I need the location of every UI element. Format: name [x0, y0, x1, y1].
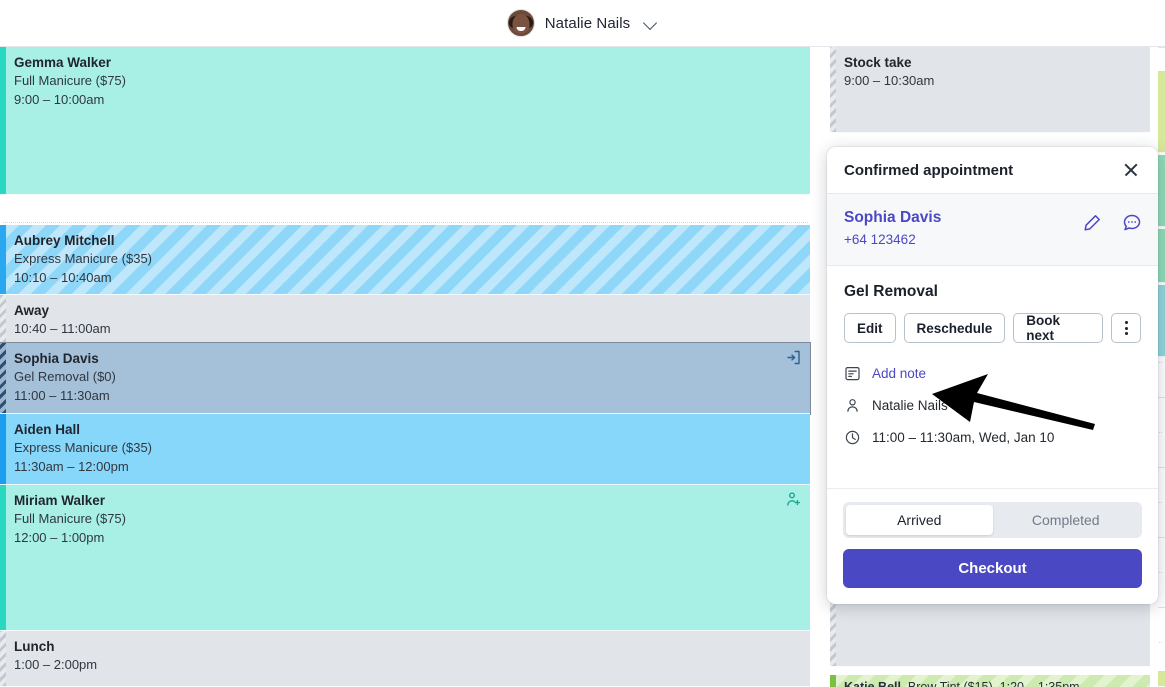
calendar-event-edge[interactable] [1158, 671, 1165, 687]
top-bar: Natalie Nails [0, 0, 1165, 47]
add-note-row[interactable]: Add note [844, 357, 1141, 389]
appointment-meta: Add note Natalie Nails 11:00 – 11:30am, … [827, 343, 1158, 453]
event-time: 9:00 – 10:00am [14, 92, 105, 107]
event-time: 10:40 – 11:00am [14, 321, 111, 336]
staff-label: Natalie Nails [872, 397, 948, 413]
event-service: Brow Tint ($15) [907, 680, 993, 687]
panel-footer: Arrived Completed Checkout [827, 488, 1158, 604]
add-note-label[interactable]: Add note [872, 366, 926, 381]
action-button-row: Edit Reschedule Book next [827, 301, 1158, 343]
calendar-event[interactable]: Stock take 9:00 – 10:30am [830, 47, 1150, 133]
note-icon [844, 365, 861, 382]
book-next-button[interactable]: Book next [1013, 313, 1104, 343]
calendar-event-edge[interactable] [1158, 285, 1165, 357]
event-client-name: Away [14, 303, 50, 318]
panel-header: Confirmed appointment [827, 147, 1158, 194]
event-time: 11:30am – 12:00pm [14, 459, 129, 474]
staff-row: Natalie Nails [844, 389, 1141, 421]
event-time: 9:00 – 10:30am [844, 73, 935, 88]
time-row: 11:00 – 11:30am, Wed, Jan 10 [844, 421, 1141, 453]
event-client-name: Stock take [844, 55, 912, 70]
pencil-icon[interactable] [1081, 212, 1103, 234]
event-client-name: Katie Bell [844, 680, 901, 687]
calendar-event-edge[interactable] [1158, 229, 1165, 283]
reschedule-button[interactable]: Reschedule [903, 313, 1006, 343]
calendar-event[interactable]: Aiden Hall Express Manicure ($35) 11:30am … [0, 414, 810, 485]
event-time: 11:00 – 11:30am [14, 388, 110, 403]
avatar [506, 9, 535, 37]
calendar-event-edge[interactable] [1158, 155, 1165, 227]
appointment-detail-panel: Confirmed appointment Sophia Davis +64 1… [827, 147, 1158, 604]
calendar-event[interactable]: Miriam Walker Full Manicure ($75) 12:00 – … [0, 485, 810, 631]
event-client-name: Gemma Walker [14, 55, 112, 70]
message-bubble-icon[interactable] [1121, 212, 1143, 234]
calendar-event[interactable]: Aubrey Mitchell Express Manicure ($35) 10:… [0, 225, 810, 295]
event-service: Express Manicure ($35) [14, 440, 152, 455]
event-client-name: Aubrey Mitchell [14, 233, 115, 248]
appointment-calendar-screen: Natalie Nails Gemma Walker Full Manicure … [0, 0, 1165, 687]
event-service: Full Manicure ($75) [14, 73, 126, 88]
event-service: Full Manicure ($75) [14, 511, 126, 526]
staff-column-3 [1158, 47, 1165, 687]
status-toggle: Arrived Completed [843, 502, 1142, 538]
event-time: 12:00 – 1:00pm [14, 530, 105, 545]
clock-icon [844, 429, 861, 446]
edit-button[interactable]: Edit [844, 313, 896, 343]
client-summary: Sophia Davis +64 123462 [827, 194, 1158, 266]
calendar-event-edge[interactable] [1158, 71, 1165, 153]
new-client-icon [785, 491, 802, 508]
client-phone: +64 123462 [844, 232, 916, 247]
event-service: Express Manicure ($35) [14, 251, 152, 266]
client-name-link[interactable]: Sophia Davis [844, 207, 941, 229]
person-icon [844, 397, 861, 414]
checkout-button[interactable]: Checkout [843, 549, 1142, 588]
staff-name: Natalie Nails [544, 14, 631, 32]
event-client-name: Miriam Walker [14, 493, 106, 508]
calendar-event[interactable]: Katie Bell Brow Tint ($15), 1:20 – 1:35p… [830, 675, 1150, 687]
service-title: Gel Removal [844, 283, 938, 300]
event-time: 1:20 – 1:35pm [999, 680, 1080, 687]
chevron-down-icon[interactable] [644, 16, 658, 30]
calendar-event[interactable]: Gemma Walker Full Manicure ($75) 9:00 – 10… [0, 47, 810, 195]
time-label: 11:00 – 11:30am, Wed, Jan 10 [872, 429, 1055, 445]
calendar-event[interactable]: Lunch 1:00 – 2:00pm [0, 631, 810, 687]
calendar-event[interactable]: Away 10:40 – 11:00am [0, 295, 810, 343]
kebab-menu-icon[interactable] [1111, 313, 1141, 343]
checked-in-icon [785, 349, 802, 366]
status-completed-option[interactable]: Completed [993, 505, 1140, 535]
staff-column-1: Gemma Walker Full Manicure ($75) 9:00 – 10… [0, 47, 811, 687]
event-client-name: Lunch [14, 639, 55, 654]
event-time: 10:10 – 10:40am [14, 270, 112, 285]
panel-title: Confirmed appointment [844, 161, 1014, 179]
status-arrived-option[interactable]: Arrived [846, 505, 993, 535]
calendar-event[interactable]: Sophia Davis Gel Removal ($0) 11:00 – 11:3… [0, 342, 811, 415]
event-client-name: Aiden Hall [14, 422, 81, 437]
event-service: Gel Removal ($0) [14, 369, 116, 384]
event-time: 1:00 – 2:00pm [14, 657, 98, 672]
close-icon[interactable] [1119, 158, 1143, 182]
event-client-name: Sophia Davis [14, 351, 99, 366]
staff-picker[interactable]: Natalie Nails [501, 7, 665, 39]
